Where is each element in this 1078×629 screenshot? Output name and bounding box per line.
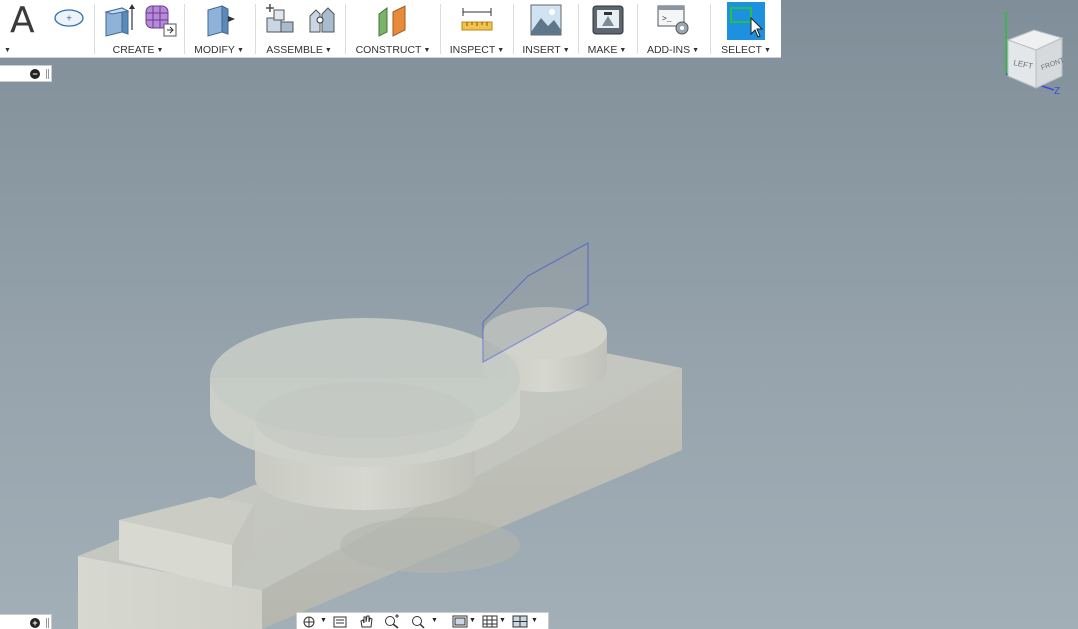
toolbar-group-inspect: INSPECT ▼ — [444, 0, 510, 58]
toolbar-group-insert: INSERT ▼ — [516, 0, 576, 58]
orbit-caret-icon[interactable]: ▼ — [320, 617, 327, 624]
measure-icon[interactable] — [459, 2, 495, 38]
toolbar-group-addins: >_ ADD-INS ▼ — [640, 0, 706, 58]
inspect-menu-button[interactable]: INSPECT ▼ — [444, 44, 510, 56]
look-at-icon[interactable] — [331, 614, 349, 629]
toolbar-group-modify: MODIFY ▼ — [186, 0, 252, 58]
construct-menu-button[interactable]: CONSTRUCT ▼ — [348, 44, 438, 56]
create-label: CREATE — [112, 44, 155, 56]
panel-grip-icon[interactable] — [46, 618, 49, 628]
axis-y-label: Y — [1003, 10, 1009, 20]
toolbar-group-make: MAKE ▼ — [580, 0, 634, 58]
sketch-point-icon[interactable]: + — [52, 2, 88, 38]
toolbar-group-create: CREATE ▼ — [96, 0, 180, 58]
form-icon[interactable] — [142, 2, 178, 38]
modify-menu-button[interactable]: MODIFY ▼ — [186, 44, 252, 56]
fit-icon[interactable] — [409, 614, 427, 629]
text-tool-glyph: A — [10, 0, 35, 41]
select-menu-button[interactable]: SELECT ▼ — [713, 44, 779, 56]
scripts-addins-icon[interactable]: >_ — [656, 2, 692, 38]
zoom-icon[interactable] — [383, 614, 401, 629]
extrude-icon[interactable] — [100, 2, 136, 38]
insert-label: INSERT — [522, 44, 561, 56]
grid-icon[interactable] — [481, 614, 499, 629]
assemble-label: ASSEMBLE — [266, 44, 323, 56]
addins-label: ADD-INS — [646, 44, 691, 56]
viewports-icon[interactable] — [511, 614, 529, 629]
expand-plus-icon[interactable]: + — [30, 618, 40, 628]
browser-panel-collapsed[interactable]: − — [0, 65, 52, 82]
view-cube[interactable]: Y Z LEFT FRONT — [998, 10, 1070, 98]
addins-menu-button[interactable]: ADD-INS ▼ — [640, 44, 706, 56]
create-menu-button[interactable]: CREATE ▼ — [96, 44, 180, 56]
press-pull-icon[interactable] — [202, 2, 238, 38]
inspect-label: INSPECT — [449, 44, 496, 56]
zoom-caret-icon[interactable]: ▼ — [431, 617, 438, 624]
make-menu-button[interactable]: MAKE ▼ — [580, 44, 634, 56]
comments-panel-collapsed[interactable]: + — [0, 614, 52, 629]
construct-label: CONSTRUCT — [355, 44, 422, 56]
toolbar-group-assemble: ASSEMBLE ▼ — [258, 0, 340, 58]
select-label: SELECT — [721, 44, 762, 56]
modify-label: MODIFY — [194, 44, 235, 56]
main-toolbar: A + ▼ CREATE ▼ MODIFY ▼ ASSEMBLE ▼ CONST… — [0, 0, 781, 58]
collapse-minus-icon[interactable]: − — [30, 69, 40, 79]
svg-text:+: + — [66, 14, 72, 25]
large-disc[interactable] — [210, 318, 520, 467]
viewport-canvas[interactable] — [0, 0, 1078, 629]
svg-text:>_: >_ — [662, 15, 672, 24]
toolbar-group-sketch: A + ▼ — [0, 0, 92, 58]
viewports-caret-icon[interactable]: ▼ — [531, 617, 538, 624]
display-settings-icon[interactable] — [451, 614, 469, 629]
new-component-icon[interactable] — [262, 2, 298, 38]
toolbar-group-select: SELECT ▼ — [713, 0, 779, 58]
assemble-menu-button[interactable]: ASSEMBLE ▼ — [258, 44, 340, 56]
make-label: MAKE — [587, 44, 618, 56]
insert-image-icon[interactable] — [528, 2, 564, 38]
3d-print-icon[interactable] — [590, 2, 626, 38]
panel-grip-icon[interactable] — [46, 69, 49, 79]
grid-caret-icon[interactable]: ▼ — [499, 617, 506, 624]
insert-menu-button[interactable]: INSERT ▼ — [516, 44, 576, 56]
orbit-icon[interactable] — [301, 614, 319, 629]
sketch-caret[interactable]: ▼ — [2, 44, 92, 56]
toolbar-group-construct: CONSTRUCT ▼ — [348, 0, 438, 58]
pan-hand-icon[interactable] — [357, 614, 375, 629]
offset-plane-icon[interactable] — [375, 2, 411, 38]
navigation-bar: ▼ ▼ ▼ ▼ ▼ — [296, 612, 549, 629]
joint-icon[interactable] — [304, 2, 340, 38]
display-caret-icon[interactable]: ▼ — [469, 617, 476, 624]
axis-z-label: Z — [1054, 86, 1060, 97]
select-tool-icon[interactable] — [727, 2, 765, 40]
text-tool-icon[interactable]: A — [8, 0, 44, 41]
